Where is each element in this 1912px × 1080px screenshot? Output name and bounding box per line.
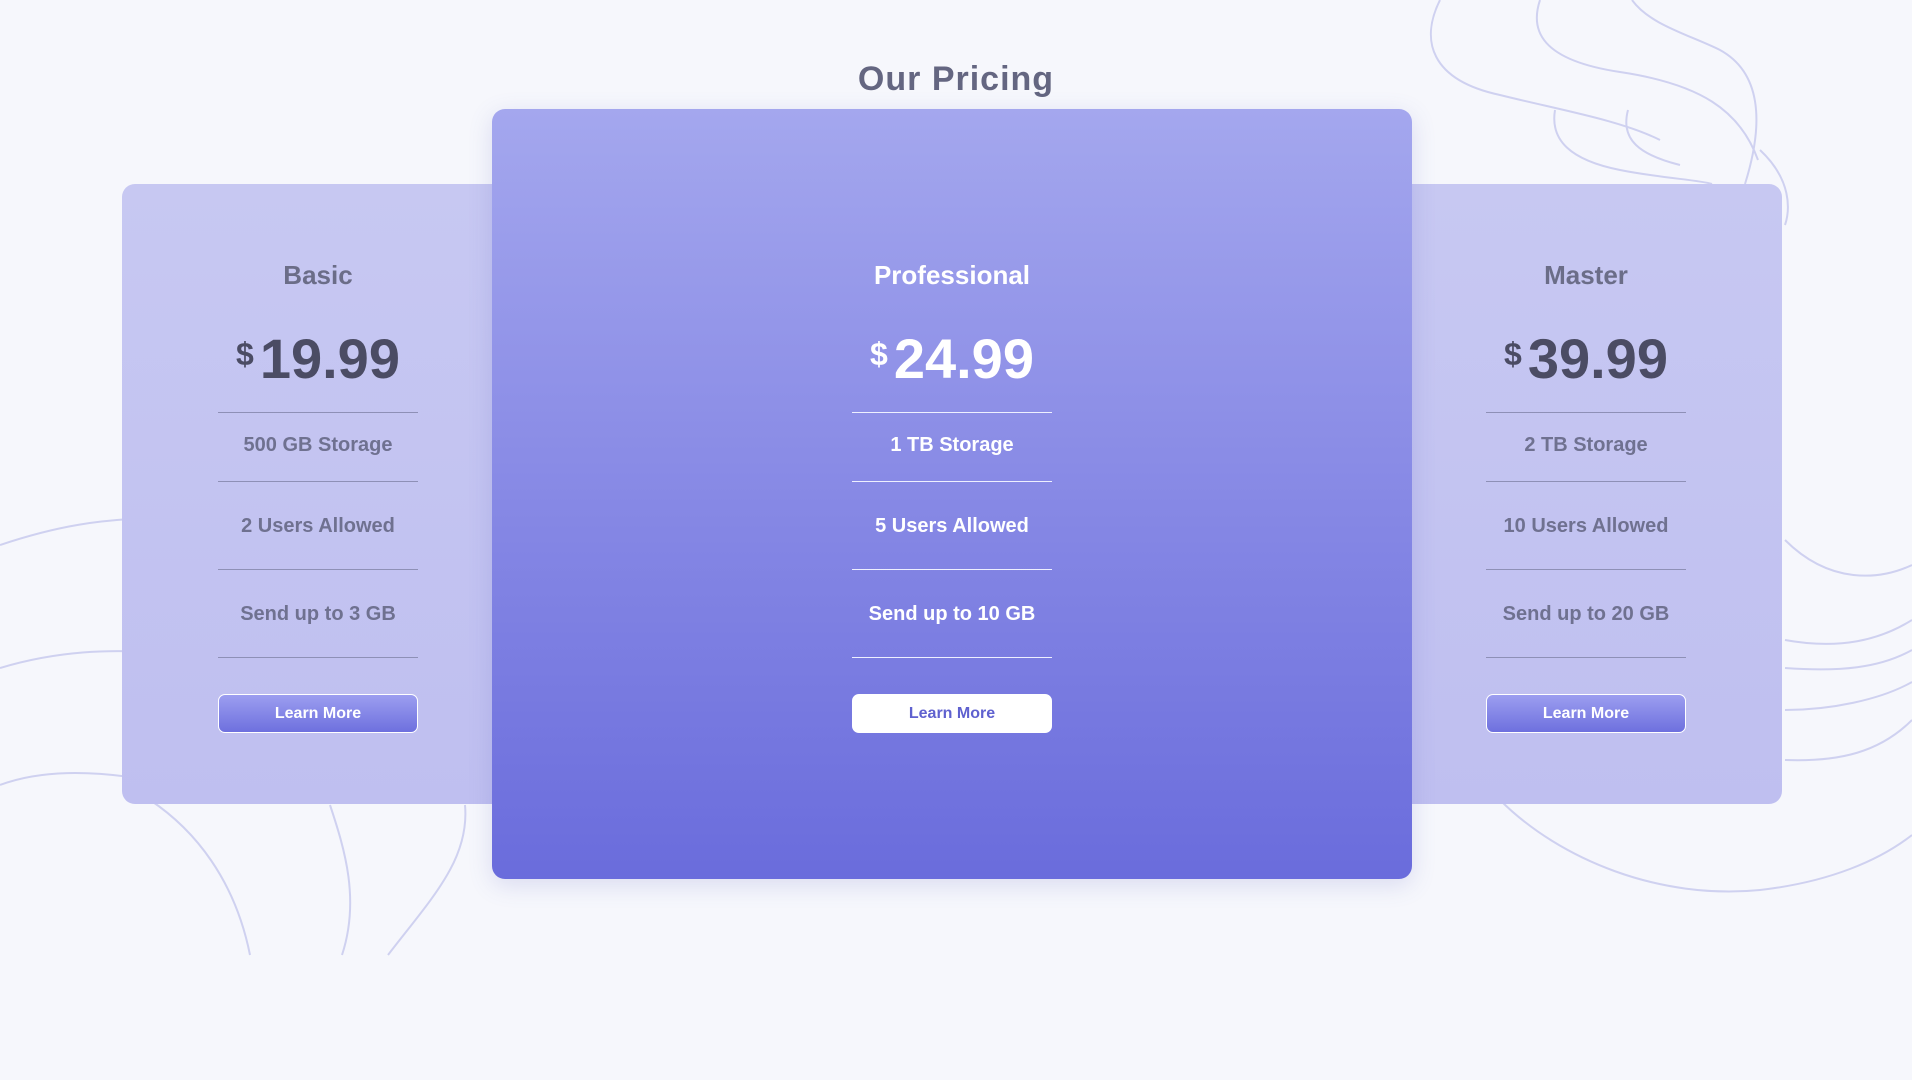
feature-send-limit: Send up to 10 GB <box>852 570 1052 658</box>
learn-more-button-master[interactable]: Learn More <box>1486 694 1686 733</box>
learn-more-button-basic[interactable]: Learn More <box>218 694 418 733</box>
feature-send-limit: Send up to 20 GB <box>1486 570 1686 658</box>
feature-storage: 2 TB Storage <box>1486 413 1686 482</box>
plan-name: Master <box>1544 260 1628 290</box>
pricing-card-basic: Basic $ 19.99 500 GB Storage 2 Users All… <box>122 184 514 804</box>
currency-symbol: $ <box>1504 335 1522 372</box>
price-amount: 19.99 <box>259 326 400 390</box>
price-amount: 39.99 <box>1527 326 1668 390</box>
plan-name: Basic <box>283 260 353 290</box>
price-amount: 24.99 <box>893 326 1034 390</box>
card-content: Professional $ 24.99 1 TB Storage 5 User… <box>852 260 1052 733</box>
page-title: Our Pricing <box>857 60 1055 98</box>
plan-price: $ 39.99 <box>1486 326 1686 390</box>
card-content: Basic $ 19.99 500 GB Storage 2 Users All… <box>218 260 418 733</box>
pricing-card-master: Master $ 39.99 2 TB Storage 10 Users All… <box>1390 184 1782 804</box>
feature-storage: 500 GB Storage <box>218 413 418 482</box>
feature-list: 1 TB Storage 5 Users Allowed Send up to … <box>852 412 1052 658</box>
plan-name: Professional <box>873 260 1031 290</box>
currency-symbol: $ <box>870 335 888 372</box>
currency-symbol: $ <box>236 335 254 372</box>
card-content: Master $ 39.99 2 TB Storage 10 Users All… <box>1486 260 1686 733</box>
feature-send-limit: Send up to 3 GB <box>218 570 418 658</box>
pricing-card-professional: Professional $ 24.99 1 TB Storage 5 User… <box>492 109 1412 879</box>
feature-list: 500 GB Storage 2 Users Allowed Send up t… <box>218 412 418 658</box>
feature-users: 2 Users Allowed <box>218 482 418 570</box>
feature-users: 5 Users Allowed <box>852 482 1052 570</box>
plan-price: $ 19.99 <box>218 326 418 390</box>
feature-users: 10 Users Allowed <box>1486 482 1686 570</box>
learn-more-button-professional[interactable]: Learn More <box>852 694 1052 733</box>
feature-list: 2 TB Storage 10 Users Allowed Send up to… <box>1486 412 1686 658</box>
feature-storage: 1 TB Storage <box>852 413 1052 482</box>
plan-price: $ 24.99 <box>852 326 1052 390</box>
